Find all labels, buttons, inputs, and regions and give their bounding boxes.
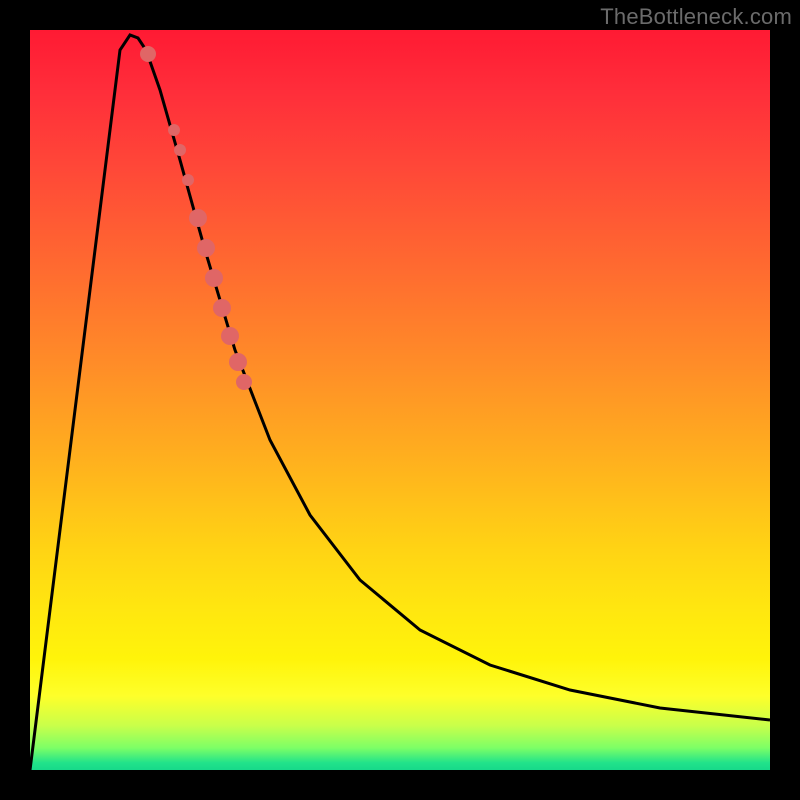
- plot-area: [30, 30, 770, 770]
- marker-dot: [205, 269, 223, 287]
- bottleneck-curve: [30, 35, 770, 770]
- markers-group: [140, 46, 252, 390]
- marker-dot: [221, 327, 239, 345]
- marker-dot: [174, 144, 186, 156]
- marker-dot: [182, 174, 194, 186]
- marker-dot: [213, 299, 231, 317]
- marker-dot: [140, 46, 156, 62]
- marker-dot: [236, 374, 252, 390]
- curve-svg: [30, 30, 770, 770]
- marker-dot: [189, 209, 207, 227]
- watermark-text: TheBottleneck.com: [600, 4, 792, 30]
- marker-dot: [168, 124, 180, 136]
- chart-frame: TheBottleneck.com: [0, 0, 800, 800]
- marker-dot: [229, 353, 247, 371]
- marker-dot: [197, 239, 215, 257]
